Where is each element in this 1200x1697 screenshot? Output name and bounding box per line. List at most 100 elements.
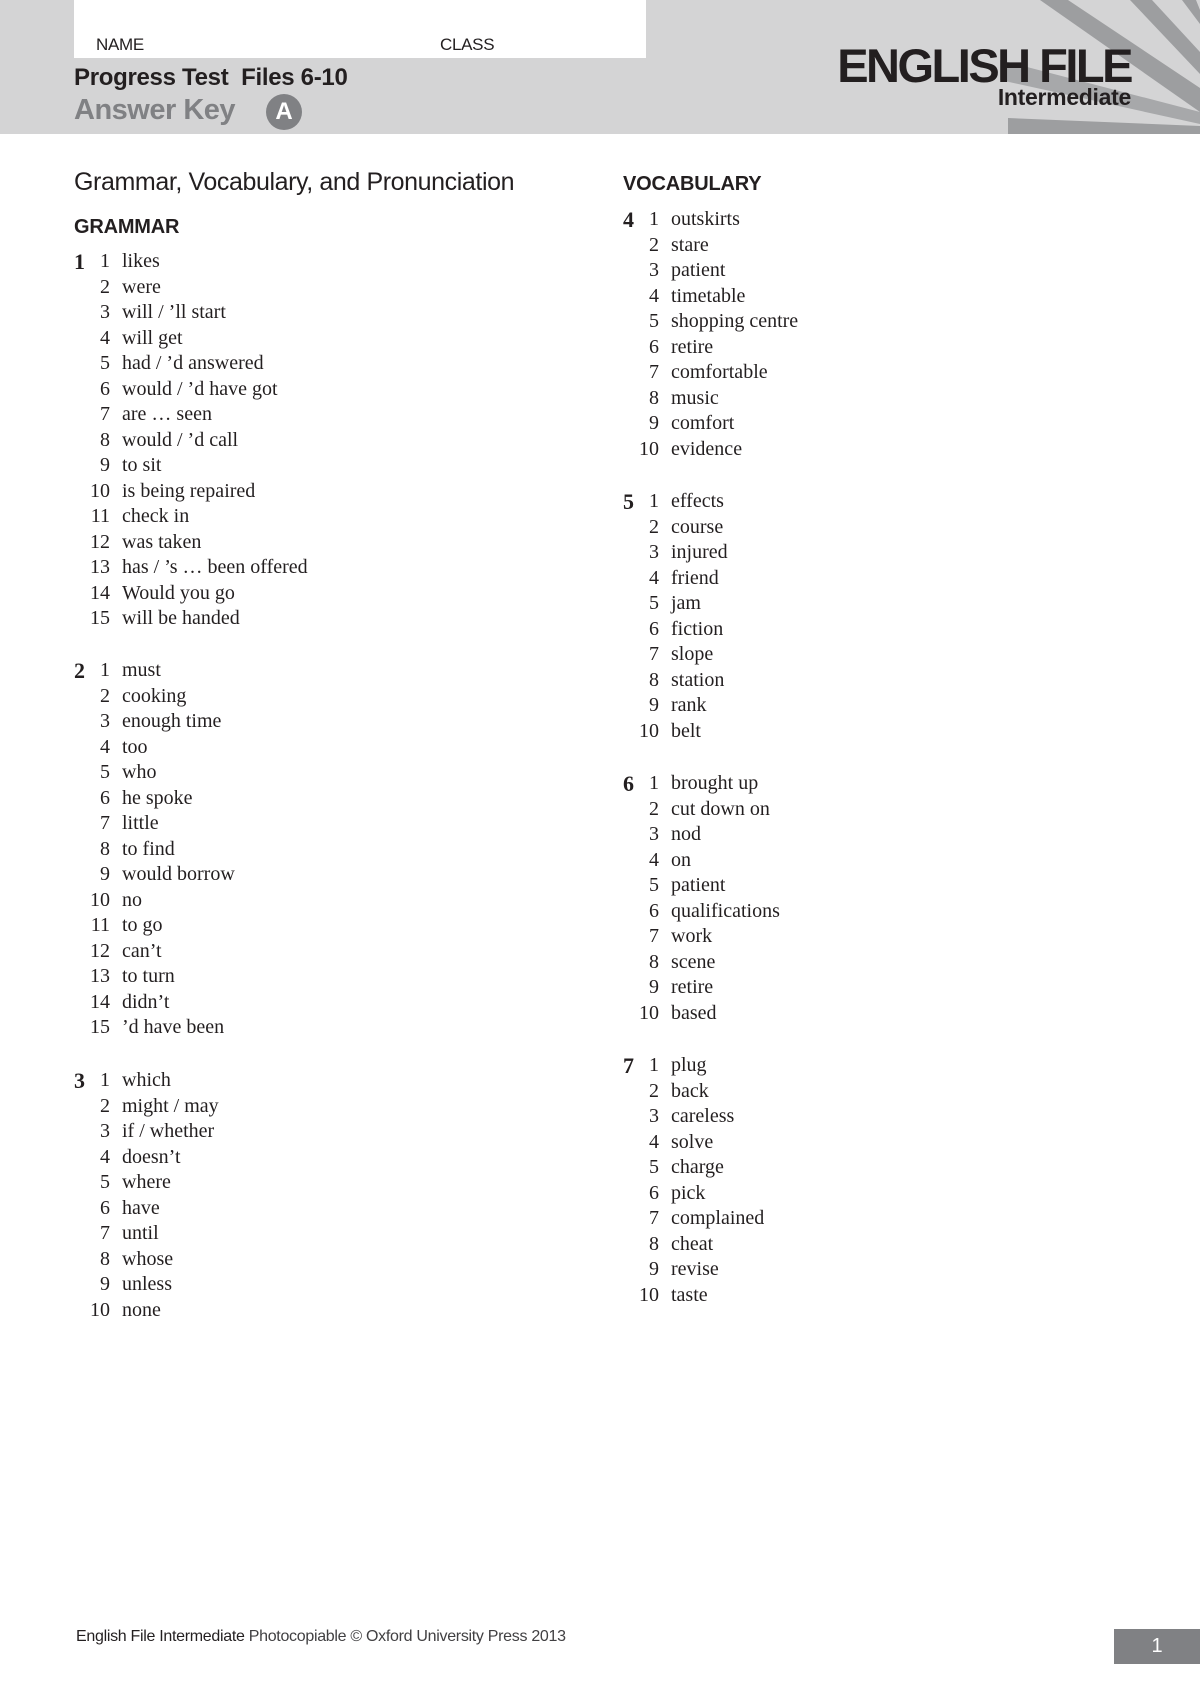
answer-item: 9 to sit (74, 453, 308, 479)
answer-item: 8 cheat (623, 1232, 764, 1258)
answer-item: 8 whose (74, 1247, 219, 1273)
item-answer: pick (671, 1181, 706, 1204)
answer-item: 6 he spoke (74, 786, 235, 812)
item-answer: is being repaired (122, 479, 256, 502)
item-number: 8 (649, 1232, 659, 1255)
footer-brand: English File Intermediate (76, 1628, 245, 1645)
item-answer: he spoke (122, 786, 193, 809)
item-answer: will / ’ll start (122, 301, 226, 323)
item-number: 6 (649, 617, 659, 640)
answer-item: 1 plug (623, 1053, 764, 1079)
answer-item: 11 check in (74, 504, 308, 530)
item-answer: friend (671, 566, 719, 589)
item-number: 9 (100, 454, 110, 476)
answer-item: 4 on (623, 848, 780, 874)
item-answer: patient (671, 874, 726, 896)
item-number: 10 (639, 1283, 659, 1306)
logo-title: ENGLISH FILE (837, 39, 1133, 92)
item-number: 5 (649, 310, 659, 332)
name-label: NAME (96, 35, 144, 54)
item-number: 8 (100, 1247, 110, 1270)
answer-item: 4 timetable (623, 284, 798, 310)
item-answer: would borrow (122, 863, 235, 885)
item-answer: no (122, 888, 142, 911)
item-answer: comfortable (671, 361, 768, 383)
answer-list: 1 plug 2 back 3 careless 4 solve 5 charge 6 pick 7 co… (623, 1053, 764, 1308)
item-number: 6 (100, 377, 110, 400)
item-answer: doesn’t (122, 1145, 181, 1168)
item-number: 7 (100, 403, 110, 425)
item-number: 1 (649, 490, 659, 512)
item-number: 13 (90, 965, 110, 987)
answer-item: 7 work (623, 924, 780, 950)
item-number: 2 (100, 684, 110, 707)
item-number: 4 (100, 1145, 110, 1168)
item-answer: can’t (122, 939, 162, 962)
answer-item: 10 taste (623, 1283, 764, 1309)
item-number: 8 (100, 428, 110, 451)
item-answer: ’d have been (122, 1016, 225, 1038)
answer-item: 7 until (74, 1221, 219, 1247)
item-number: 3 (100, 301, 110, 323)
item-number: 6 (100, 1196, 110, 1219)
item-number: 2 (649, 515, 659, 538)
answer-item: 4 will get (74, 326, 308, 352)
item-answer: has / ’s … been offered (122, 556, 308, 578)
answer-item: 1 effects (623, 489, 728, 515)
item-number: 14 (90, 990, 110, 1013)
answer-item: 1 must (74, 658, 235, 684)
item-answer: slope (671, 643, 714, 665)
item-number: 10 (639, 1001, 659, 1024)
item-answer: which (122, 1069, 171, 1091)
answer-item: 6 have (74, 1196, 219, 1222)
item-number: 7 (649, 925, 659, 947)
item-number: 10 (90, 888, 110, 911)
item-answer: complained (671, 1207, 765, 1229)
answer-item: 9 would borrow (74, 862, 235, 888)
answer-item: 12 was taken (74, 530, 308, 556)
item-number: 1 (649, 1054, 659, 1076)
item-answer: might / may (122, 1094, 219, 1117)
item-answer: would / ’d call (122, 428, 239, 451)
answer-item: 8 would / ’d call (74, 428, 308, 454)
item-number: 5 (649, 592, 659, 614)
item-answer: charge (671, 1156, 724, 1178)
answer-item: 8 scene (623, 950, 780, 976)
item-number: 12 (90, 530, 110, 553)
answer-item: 3 nod (623, 822, 780, 848)
item-answer: careless (671, 1105, 735, 1127)
answer-item: 12 can’t (74, 939, 235, 965)
answer-list: 1 outskirts 2 stare 3 patient 4 timetable 5 shopp… (623, 207, 798, 462)
answer-item: 14 Would you go (74, 581, 308, 607)
item-number: 10 (639, 437, 659, 460)
item-number: 6 (649, 1181, 659, 1204)
grammar-heading: GRAMMAR (74, 216, 180, 238)
item-number: 6 (100, 786, 110, 809)
item-number: 2 (100, 275, 110, 298)
answer-item: 9 revise (623, 1257, 764, 1283)
answer-item: 1 brought up (623, 771, 780, 797)
item-answer: must (122, 659, 161, 681)
answer-item: 5 patient (623, 873, 780, 899)
item-answer: patient (671, 259, 726, 281)
item-number: 4 (100, 326, 110, 349)
item-number: 8 (649, 386, 659, 409)
answer-item: 1 outskirts (623, 207, 798, 233)
answer-item: 14 didn’t (74, 990, 235, 1016)
answer-item: 10 based (623, 1001, 780, 1027)
answer-item: 4 too (74, 735, 235, 761)
item-number: 15 (90, 1016, 110, 1038)
answer-item: 4 solve (623, 1130, 764, 1156)
item-number: 11 (90, 914, 110, 936)
class-label: CLASS (440, 35, 495, 54)
name-class-box: NAME CLASS (74, 0, 646, 58)
item-answer: cheat (671, 1232, 714, 1255)
item-answer: cooking (122, 684, 187, 707)
answer-list: 1 likes 2 were 3 will / ’ll start 4 will get 5 ha… (74, 249, 308, 632)
answer-item: 6 pick (623, 1181, 764, 1207)
item-answer: where (122, 1171, 171, 1193)
answer-item: 5 jam (623, 591, 728, 617)
item-number: 2 (100, 1094, 110, 1117)
item-number: 7 (100, 812, 110, 834)
item-answer: based (671, 1001, 717, 1024)
